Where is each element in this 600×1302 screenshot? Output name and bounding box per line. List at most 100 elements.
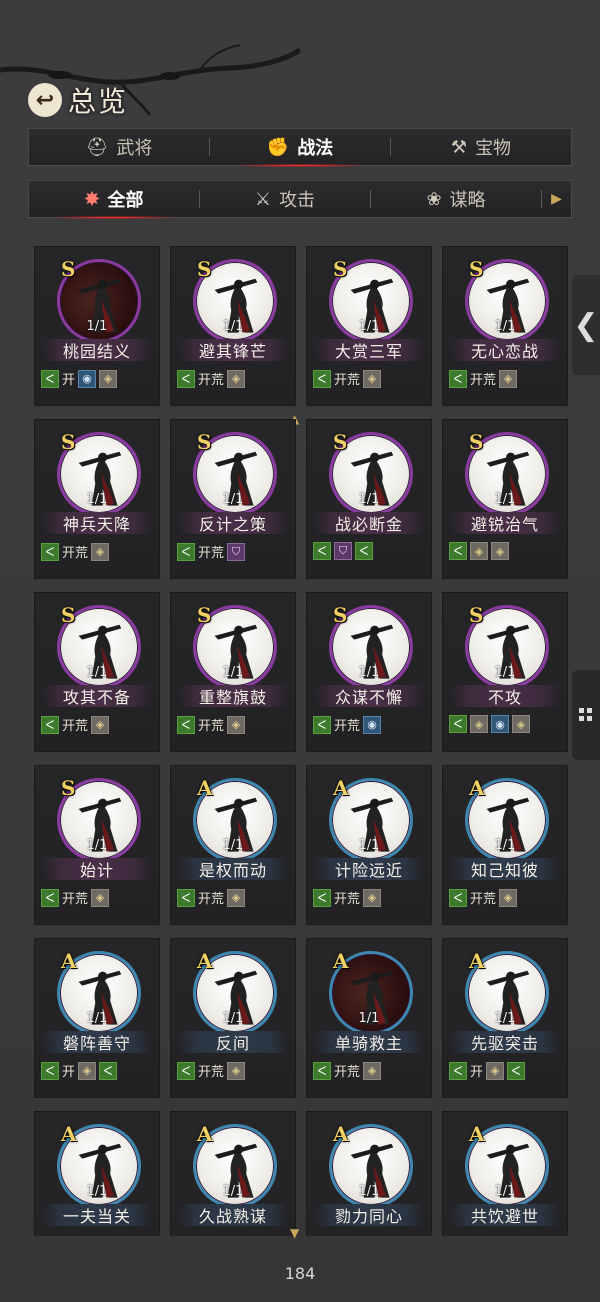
tab-generals[interactable]: ⛑ 武将 [29,129,209,165]
helmet-type-icon: ⛉ [334,542,352,560]
tactic-card[interactable]: A 1/1 一夫当关 [34,1111,160,1236]
troop-type-icon: ᐸ [99,1061,118,1080]
scroll-icon: ✸ [84,188,100,210]
tactic-card[interactable]: S 1/1 不攻 ᐸ ◈ ◉ ◈ [442,592,568,752]
troop-type-icon: ᐸ [177,369,195,388]
page-number: 184 [284,1264,316,1283]
pouch-type-icon: ◈ [227,888,246,907]
tactic-card[interactable]: A 1/1 单骑救主 ᐸ 开荒 ◈ [306,938,432,1098]
side-drawer-handle[interactable]: ❮ [572,275,600,375]
troop-type-icon: ᐸ [41,1061,59,1080]
tag-row: ᐸ 开 ◈ ᐸ [449,1061,526,1080]
pouch-type-icon: ◈ [227,369,246,388]
tactic-name: 攻其不备 [43,685,151,707]
tab-strategy[interactable]: ❀ 谋略 [371,181,541,217]
rank-badge: S [197,257,212,281]
pouch-type-icon: ◈ [486,1061,505,1080]
level-indicator: 1/1 [358,665,380,680]
tactic-card[interactable]: S 1/1 重整旗鼓 ᐸ 开荒 ◈ [170,592,296,752]
pouch-type-icon: ◈ [470,715,488,733]
tactic-card[interactable]: S 1/1 攻其不备 ᐸ 开荒 ◈ [34,592,160,752]
rank-badge: S [197,603,212,627]
rank-badge: S [197,430,212,454]
rank-badge: A [469,776,485,800]
grid-view-icon[interactable] [572,670,600,760]
tactic-card[interactable]: A 1/1 是权而动 ᐸ 开荒 ◈ [170,765,296,925]
tactic-name: 神兵天降 [43,512,151,534]
tab-tactics[interactable]: ✊ 战法 [210,129,390,167]
tab-treasures[interactable]: ⚒ 宝物 [391,129,571,165]
tag-row: ᐸ 开荒 ◈ [313,369,382,388]
tactic-name: 不攻 [451,685,559,707]
open-label: 开荒 [198,373,225,388]
tactic-card[interactable]: A 1/1 共饮避世 [442,1111,568,1236]
rank-badge: S [469,430,484,454]
troop-type-icon: ᐸ [177,888,195,907]
pouch-type-icon: ◈ [363,888,382,907]
tactic-name: 磐阵善守 [43,1031,151,1053]
tag-row: ᐸ 开荒 ◈ [449,888,518,907]
rank-badge: A [333,949,349,973]
pouch-type-icon: ◈ [91,888,110,907]
tactic-name: 反计之策 [179,512,287,534]
level-indicator: 1/1 [222,1184,244,1199]
tactic-name: 众谋不懈 [315,685,423,707]
level-indicator: 1/1 [222,665,244,680]
tactic-name: 先驱突击 [451,1031,559,1053]
open-label: 开荒 [62,719,89,734]
tactic-card[interactable]: S 1/1 神兵天降 ᐸ 开荒 ◈ [34,419,160,579]
back-arrow-icon[interactable]: ↩ [28,83,62,117]
tactic-card[interactable]: A 1/1 先驱突击 ᐸ 开 ◈ ᐸ [442,938,568,1098]
tactic-card[interactable]: A 1/1 久战熟谋 [170,1111,296,1236]
tactic-card[interactable]: S 1/1 避其锋芒 ᐸ 开荒 ◈ [170,246,296,406]
troop-type-icon: ᐸ [507,1061,526,1080]
tag-row: ᐸ 开荒 ◈ [177,369,246,388]
more-tabs-arrow-icon[interactable]: ▶ [542,181,571,217]
troop-type-icon: ᐸ [313,542,331,560]
tactic-name: 无心恋战 [451,339,559,361]
pouch-type-icon: ◈ [91,542,110,561]
rank-badge: A [333,1122,349,1146]
tactic-card[interactable]: S 1/1 大赏三军 ᐸ 开荒 ◈ [306,246,432,406]
tactic-card[interactable]: S 1/1 避锐治气 ᐸ ◈ ◈ [442,419,568,579]
pouch-type-icon: ◈ [499,888,518,907]
helmet-type-icon: ⛉ [227,542,246,561]
tag-row: ᐸ 开荒 ◈ [41,888,110,907]
rank-badge: S [333,430,348,454]
troop-type-icon: ᐸ [449,542,467,560]
tab-all[interactable]: ✸ 全部 [29,181,199,219]
tactic-name: 勠力同心 [315,1204,423,1226]
tactic-card[interactable]: A 1/1 勠力同心 [306,1111,432,1236]
tactic-card[interactable]: S 1/1 无心恋战 ᐸ 开荒 ◈ [442,246,568,406]
tactic-card[interactable]: S 1/1 桃园结义 ᐸ 开 ◉ ◈ [34,246,160,406]
tactic-card[interactable]: S 1/1 始计 ᐸ 开荒 ◈ [34,765,160,925]
rank-badge: A [197,949,213,973]
tactic-card[interactable]: A 1/1 磐阵善守 ᐸ 开 ◈ ᐸ [34,938,160,1098]
tactic-card[interactable]: S 1/1 战必断金 ᐸ ⛉ ᐸ [306,419,432,579]
pouch-type-icon: ◈ [363,1061,382,1080]
rank-badge: A [61,1122,77,1146]
tag-row: ᐸ 开 ◉ ◈ [41,369,118,388]
tactic-card[interactable]: A 1/1 知己知彼 ᐸ 开荒 ◈ [442,765,568,925]
tab-label: 谋略 [449,190,486,211]
tactic-card[interactable]: S 1/1 众谋不懈 ᐸ 开荒 ◉ [306,592,432,752]
rank-badge: S [469,257,484,281]
open-label: 开 [470,1065,484,1080]
rank-badge: S [333,257,348,281]
tactic-card[interactable]: S 1/1 反计之策 ᐸ 开荒 ⛉ [170,419,296,579]
level-indicator: 1/1 [358,319,380,334]
header: ↩ 总览 [28,80,128,120]
pouch-type-icon: ◈ [499,369,518,388]
troop-type-icon: ᐸ [313,1061,331,1080]
troop-type-icon: ᐸ [177,1061,195,1080]
troop-type-icon: ᐸ [177,715,195,734]
helmet-icon: ⛑ [85,136,109,158]
tactic-card[interactable]: A 1/1 计险远近 ᐸ 开荒 ◈ [306,765,432,925]
open-label: 开荒 [334,373,361,388]
tactic-name: 久战熟谋 [179,1204,287,1226]
page-footer: 184 [0,1245,600,1302]
open-label: 开荒 [334,1065,361,1080]
tactic-card[interactable]: A 1/1 反间 ᐸ 开荒 ◈ [170,938,296,1098]
level-indicator: 1/1 [358,1011,380,1026]
tab-attack[interactable]: ⚔ 攻击 [200,181,370,217]
